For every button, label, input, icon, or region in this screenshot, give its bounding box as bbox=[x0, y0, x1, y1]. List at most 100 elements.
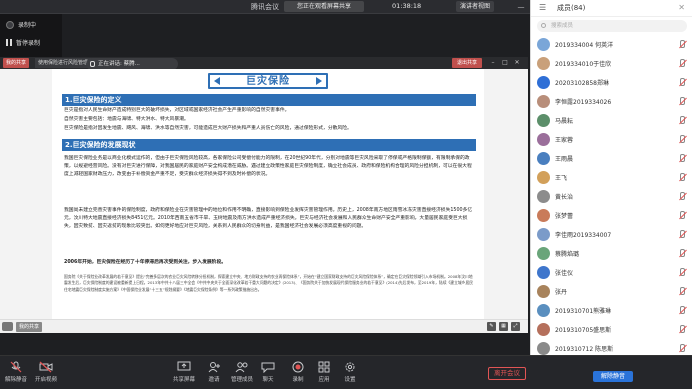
grid-icon[interactable]: ▦ bbox=[499, 322, 508, 331]
members-icon bbox=[235, 362, 248, 373]
my-share-footer-label[interactable]: 我的共享 bbox=[16, 322, 43, 332]
member-row[interactable]: 张丹 bbox=[531, 283, 692, 301]
avatar bbox=[537, 342, 550, 355]
avatar bbox=[537, 114, 550, 127]
member-name: 张丹 bbox=[555, 289, 568, 296]
apps-button[interactable]: 应用 bbox=[310, 359, 338, 387]
member-search-placeholder: 搜索成员 bbox=[551, 23, 574, 29]
member-row[interactable]: 2019310705盛思斯 bbox=[531, 321, 692, 339]
presentation-tab[interactable]: 使用保险进行风险管理 bbox=[35, 58, 92, 68]
muted-mic-icon bbox=[680, 173, 685, 181]
record-button[interactable]: 录制 bbox=[284, 359, 312, 387]
toggle-icon[interactable] bbox=[2, 322, 13, 331]
minimize-share-icon[interactable]: – bbox=[488, 58, 498, 68]
member-row[interactable]: 20203102858郑琳 bbox=[531, 74, 692, 92]
avatar bbox=[537, 323, 550, 336]
share-strip: 我的共享 使用保险进行风险管理 退出共享 – □ ✕ bbox=[0, 57, 528, 69]
muted-mic-icon bbox=[680, 211, 685, 219]
policy-paragraph: 国务院《关于保险业改革发展的若干意见》提出“完善多层次的农业巨灾风险转移分担机制… bbox=[64, 274, 474, 292]
muted-mic-icon bbox=[680, 306, 685, 314]
member-row[interactable]: 蔡腾焰璐 bbox=[531, 245, 692, 263]
muted-mic-icon bbox=[680, 40, 685, 48]
screen-share-banner[interactable]: 您正在观看屏幕共享 bbox=[284, 1, 364, 12]
member-name: 2019334004 何英洋 bbox=[555, 42, 614, 49]
pause-recording-button[interactable]: 暂停录制 bbox=[6, 38, 40, 47]
record-icon bbox=[6, 20, 14, 29]
member-row[interactable]: 王家蓉 bbox=[531, 131, 692, 149]
pen-icon[interactable]: ✎ bbox=[487, 322, 496, 331]
member-name: 王雨晨 bbox=[555, 156, 574, 163]
chat-button[interactable]: 聊天 bbox=[254, 359, 282, 387]
member-name: 王家蓉 bbox=[555, 137, 574, 144]
member-row[interactable]: 黄长治 bbox=[531, 188, 692, 206]
member-row[interactable]: 王雨晨 bbox=[531, 150, 692, 168]
muted-mic-icon bbox=[680, 287, 685, 295]
avatar bbox=[537, 171, 550, 184]
recording-status-label: 录制中 bbox=[18, 22, 37, 29]
avatar bbox=[537, 133, 550, 146]
muted-mic-icon bbox=[680, 116, 685, 124]
recording-status: 录制中 bbox=[6, 20, 36, 29]
close-icon[interactable]: ✕ bbox=[678, 2, 685, 14]
unmute-all-button[interactable]: 解除静音 bbox=[593, 371, 633, 382]
member-row[interactable]: 2019334004 何英洋 bbox=[531, 36, 692, 54]
triangle-left-icon bbox=[214, 77, 220, 85]
member-row[interactable]: 张佳仪 bbox=[531, 264, 692, 282]
member-name: 2019310701熊雅琳 bbox=[555, 308, 612, 315]
triangle-right-icon bbox=[316, 77, 322, 85]
member-row[interactable]: 王飞 bbox=[531, 169, 692, 187]
manage-members-button[interactable]: 管理成员 bbox=[228, 359, 256, 387]
members-icon: ☰ bbox=[539, 3, 547, 12]
muted-mic-icon bbox=[680, 249, 685, 257]
member-row[interactable]: 马晨耘 bbox=[531, 112, 692, 130]
video-off-icon bbox=[39, 361, 53, 373]
muted-mic-icon bbox=[680, 97, 685, 105]
member-name: 蔡腾焰璐 bbox=[555, 251, 580, 258]
avatar bbox=[537, 152, 550, 165]
muted-mic-icon bbox=[680, 325, 685, 333]
muted-mic-icon bbox=[680, 230, 685, 238]
window-title: 腾讯会议 bbox=[251, 3, 279, 11]
slide-title-text: 巨灾保险 bbox=[246, 76, 290, 87]
muted-mic-icon bbox=[680, 192, 685, 200]
member-name: 2019310705盛思斯 bbox=[555, 327, 612, 334]
member-row[interactable]: 李佳雨2019334007 bbox=[531, 226, 692, 244]
members-panel: ☰ 成员(84) ✕ 搜索成员 2019334004 何英洋 2019334010… bbox=[530, 0, 692, 355]
restore-share-icon[interactable]: □ bbox=[500, 58, 510, 68]
member-search-input[interactable]: 搜索成员 bbox=[537, 20, 687, 32]
muted-mic-icon bbox=[680, 268, 685, 276]
start-video-button[interactable]: 开启视频 bbox=[32, 359, 60, 387]
settings-button[interactable]: 设置 bbox=[336, 359, 364, 387]
close-share-icon[interactable]: ✕ bbox=[512, 58, 522, 68]
insurance-definition-paragraph: 巨灾保险是指对因发生地震、飓风、海啸、洪水等自然灾害，可能造成巨大财产损失和严重… bbox=[64, 126, 352, 131]
member-name: 李恒露2019334026 bbox=[555, 99, 612, 106]
member-row[interactable]: 张梦蕾 bbox=[531, 207, 692, 225]
status-paragraph-3: 2006年开始，巨灾保险在经历了十年停滞后再次受到关注，步入发展阶段。 bbox=[64, 260, 227, 265]
speaker-view-button[interactable]: 演讲者视图 bbox=[456, 1, 495, 12]
invite-button[interactable]: 邀请 bbox=[200, 359, 228, 387]
disaster-types-paragraph: 自然灾害主要包括：地震与海啸、特大洪水、特大风暴潮。 bbox=[64, 117, 189, 122]
member-row[interactable]: 2019310712 陈思斯 bbox=[531, 340, 692, 358]
expand-icon[interactable]: ⤢ bbox=[511, 322, 520, 331]
definition-paragraph: 巨灾是指对人民生命财产造成特别巨大的破坏损失，对区域或国家经济社会产生严重影响的… bbox=[64, 108, 290, 113]
muted-mic-icon bbox=[680, 59, 685, 67]
avatar bbox=[537, 95, 550, 108]
avatar bbox=[537, 228, 550, 241]
member-name: 王飞 bbox=[555, 175, 568, 182]
share-screen-button[interactable]: 共享屏幕 bbox=[170, 359, 198, 387]
exit-share-button[interactable]: 退出共享 bbox=[452, 58, 482, 68]
minimize-icon[interactable]: — bbox=[514, 0, 528, 14]
member-row[interactable]: 2019310701熊雅琳 bbox=[531, 302, 692, 320]
muted-mic-icon bbox=[680, 78, 685, 86]
muted-mic-icon bbox=[680, 344, 685, 352]
member-name: 张佳仪 bbox=[555, 270, 574, 277]
member-row[interactable]: 2019334010于佳欣 bbox=[531, 55, 692, 73]
section-heading-status: 2.巨灾保险的发展现状 bbox=[62, 139, 476, 151]
member-row[interactable]: 李恒露2019334026 bbox=[531, 93, 692, 111]
leave-meeting-button[interactable]: 离开会议 bbox=[488, 367, 526, 380]
my-share-tag[interactable]: 我的共享 bbox=[3, 58, 30, 68]
unmute-button[interactable]: 解除静音 bbox=[2, 359, 30, 387]
bottom-toolbar: 解除静音 开启视频 共享屏幕 邀请 管理成员 聊天 录制 应用 设置 离开会议 … bbox=[0, 355, 692, 389]
member-name: 2019334010于佳欣 bbox=[555, 61, 612, 68]
chat-icon bbox=[261, 362, 275, 373]
